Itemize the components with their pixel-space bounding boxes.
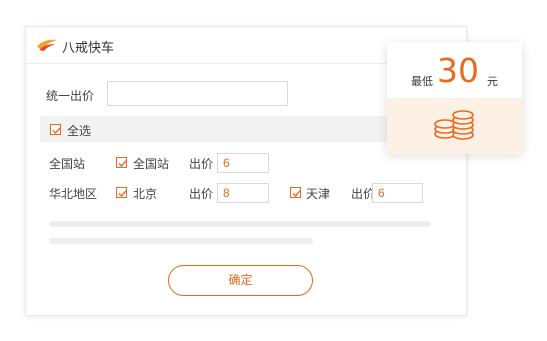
app-logo-icon	[37, 39, 57, 51]
select-all-checkbox[interactable]	[50, 124, 61, 135]
app-title: 八戒快车	[62, 41, 115, 56]
currency-unit: 元	[487, 75, 498, 88]
unified-bid-label: 统一出价	[46, 89, 95, 103]
placeholder-bar	[49, 238, 313, 244]
bid-input-tianjin[interactable]	[372, 183, 423, 203]
check-icon	[52, 127, 61, 135]
confirm-button[interactable]: 确定	[168, 265, 313, 296]
item-label-beijing: 北京	[133, 187, 158, 201]
checkbox-beijing[interactable]	[116, 187, 127, 198]
bid-input-beijing[interactable]	[217, 183, 269, 203]
group-label-national: 全国站	[49, 157, 86, 171]
checkbox-tianjin[interactable]	[290, 187, 301, 198]
min-price-label: 最低	[411, 75, 433, 88]
select-all-bar: 全选	[40, 116, 390, 142]
check-icon	[118, 190, 127, 198]
check-icon	[118, 160, 127, 168]
item-label-tianjin: 天津	[306, 187, 331, 201]
price-card-top: 最低 30 元	[387, 42, 522, 98]
bid-input-national[interactable]	[217, 153, 269, 173]
min-price-value: 30	[437, 51, 479, 90]
bid-label-beijing: 出价	[189, 187, 214, 201]
coins-icon	[434, 110, 474, 140]
unified-bid-input[interactable]	[107, 81, 288, 106]
placeholder-bar	[49, 221, 431, 227]
min-price-card: 最低 30 元	[387, 42, 522, 154]
select-all-label: 全选	[67, 124, 92, 138]
group-label-north-china: 华北地区	[49, 187, 98, 201]
checkbox-national[interactable]	[116, 157, 127, 168]
price-card-bottom	[387, 98, 522, 154]
bid-label-national: 出价	[189, 157, 214, 171]
item-label-national: 全国站	[133, 157, 170, 171]
check-icon	[292, 190, 301, 198]
